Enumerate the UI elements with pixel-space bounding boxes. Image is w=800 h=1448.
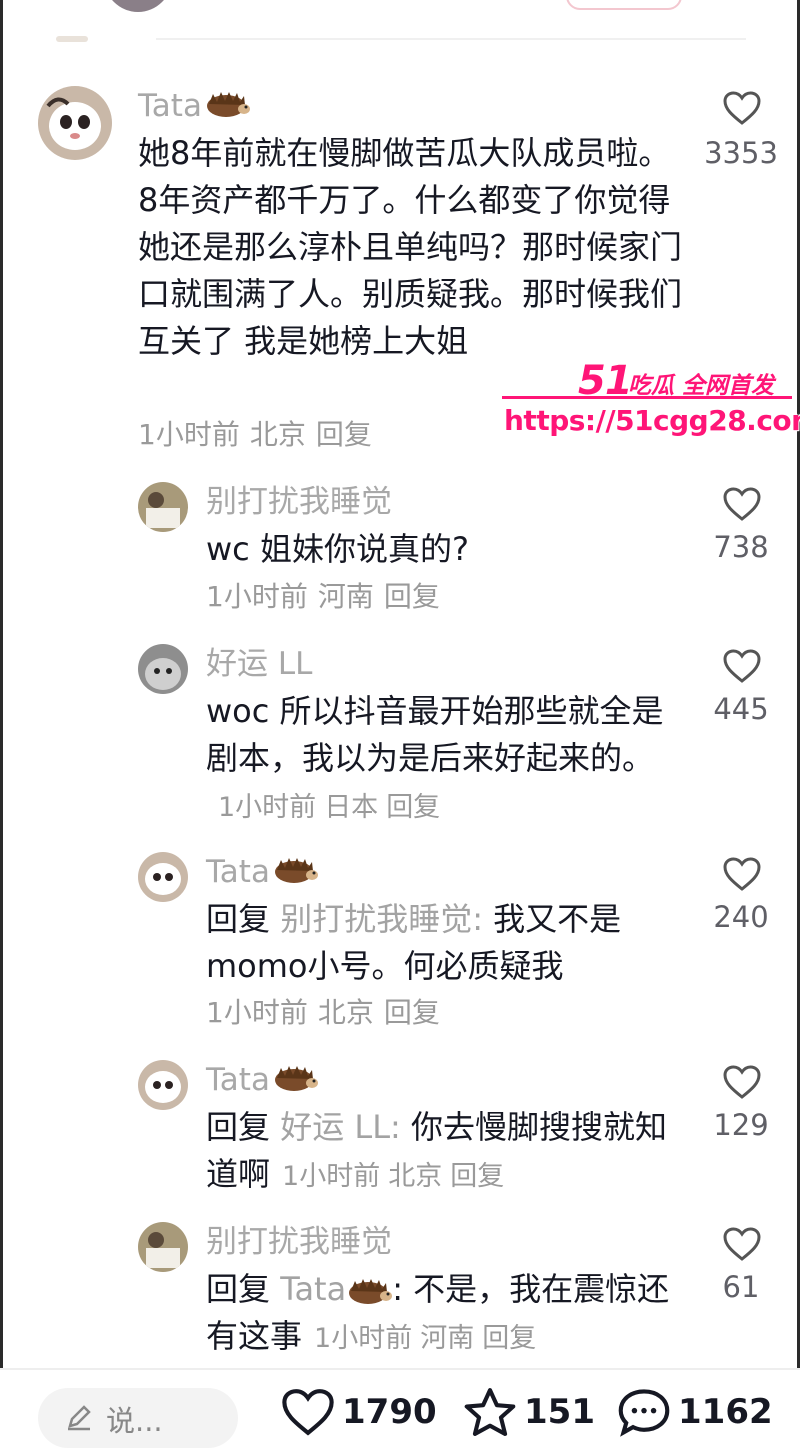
mention[interactable]: 别打扰我睡觉: bbox=[280, 900, 483, 938]
comment-author[interactable]: Tata bbox=[138, 88, 250, 126]
comment-meta: 1小时前 北京 回复 bbox=[138, 418, 382, 452]
reply-button[interactable]: 回复 bbox=[482, 1323, 536, 1354]
comment-text: 回复 好运 LL: 你去慢脚搜搜就知道啊 1小时前 北京 回复 bbox=[206, 1108, 667, 1193]
frame-border-left bbox=[0, 0, 3, 1442]
heart-icon[interactable] bbox=[722, 1226, 762, 1262]
previous-comment-fragment bbox=[56, 36, 88, 42]
like-count: 61 bbox=[722, 1270, 760, 1304]
avatar[interactable] bbox=[138, 1222, 188, 1272]
pencil-icon bbox=[68, 1405, 91, 1431]
comment-location: 日本 bbox=[324, 792, 379, 823]
comment-input-placeholder: 说... bbox=[106, 1404, 163, 1438]
comment-text: 她8年前就在慢脚做苦瓜大队成员啦。8年资产都千万了。什么都变了你觉得她还是那么淳… bbox=[138, 134, 683, 360]
comment-author[interactable]: Tata bbox=[206, 1062, 318, 1100]
comment-author[interactable]: 好运 LL bbox=[206, 646, 312, 682]
comment-time: 1小时前 bbox=[218, 792, 317, 823]
heart-icon[interactable] bbox=[722, 486, 762, 522]
comment-author[interactable]: Tata bbox=[206, 854, 318, 892]
comment-bubble-icon bbox=[618, 1389, 670, 1437]
comment-location: 北京 bbox=[317, 996, 374, 1029]
star-icon bbox=[464, 1388, 516, 1436]
avatar[interactable] bbox=[138, 1060, 188, 1110]
comment-meta: 1小时前 北京 回复 bbox=[282, 1161, 512, 1192]
comment-meta: 1小时前 日本 回复 bbox=[218, 792, 448, 823]
comment-time: 1小时前 bbox=[314, 1323, 413, 1354]
comment-author[interactable]: 别打扰我睡觉 bbox=[206, 484, 392, 520]
like-count: 129 bbox=[713, 1108, 769, 1142]
avatar[interactable] bbox=[138, 482, 188, 532]
comment-location: 北京 bbox=[249, 418, 306, 451]
heart-icon[interactable] bbox=[722, 856, 762, 892]
heart-icon[interactable] bbox=[722, 648, 762, 684]
watermark-url: https://51cgg28.com bbox=[504, 404, 800, 437]
comment-location: 河南 bbox=[317, 580, 374, 613]
reply-button[interactable]: 回复 bbox=[384, 996, 440, 1029]
heart-icon[interactable] bbox=[722, 1064, 762, 1100]
hedgehog-icon bbox=[272, 856, 318, 892]
comment-button[interactable]: 1162 bbox=[616, 1382, 773, 1442]
comment-text: wc 姐妹你说真的? bbox=[206, 530, 469, 568]
hedgehog-icon bbox=[204, 90, 250, 126]
comment-text: 回复 Tata: 不是，我在震惊还有这事 1小时前 河南 回复 bbox=[206, 1270, 670, 1355]
total-likes: 1790 bbox=[342, 1392, 437, 1432]
comment-author[interactable]: 别打扰我睡觉 bbox=[206, 1224, 392, 1260]
watermark: 51 吃瓜 全网首发 https://51cgg28.com bbox=[500, 358, 800, 442]
mention[interactable]: 好运 LL: bbox=[280, 1108, 401, 1146]
reply-button[interactable]: 回复 bbox=[384, 580, 440, 613]
heart-icon bbox=[282, 1389, 334, 1436]
comment-location: 北京 bbox=[388, 1161, 443, 1192]
hedgehog-icon bbox=[272, 1064, 318, 1100]
comment-time: 1小时前 bbox=[138, 418, 240, 451]
previous-comment-pill[interactable] bbox=[566, 0, 682, 10]
mention[interactable]: Tata bbox=[280, 1270, 393, 1308]
comment-location: 河南 bbox=[420, 1323, 475, 1354]
reply-button[interactable]: 回复 bbox=[316, 418, 372, 451]
comment-time: 1小时前 bbox=[206, 580, 308, 613]
hedgehog-icon bbox=[346, 1270, 393, 1308]
total-favorites: 151 bbox=[524, 1392, 595, 1432]
reply-button[interactable]: 回复 bbox=[386, 792, 440, 823]
reply-button[interactable]: 回复 bbox=[450, 1161, 504, 1192]
comment-text: 回复 别打扰我睡觉: 我又不是momo小号。何必质疑我 bbox=[206, 900, 622, 985]
watermark-line bbox=[502, 396, 792, 399]
comment-time: 1小时前 bbox=[206, 996, 308, 1029]
like-count: 738 bbox=[713, 530, 769, 564]
comment-meta: 1小时前 河南 回复 bbox=[314, 1323, 544, 1354]
watermark-tag: 吃瓜 全网首发 bbox=[628, 373, 775, 399]
comment-meta: 1小时前 北京 回复 bbox=[206, 996, 450, 1030]
bottom-action-bar: 说... 1790 151 1162 bbox=[0, 1368, 800, 1448]
avatar[interactable] bbox=[38, 86, 112, 160]
divider bbox=[156, 38, 746, 40]
like-button[interactable]: 1790 bbox=[280, 1382, 437, 1442]
comment-input[interactable]: 说... bbox=[38, 1388, 238, 1448]
like-count: 445 bbox=[713, 692, 769, 726]
avatar[interactable] bbox=[138, 852, 188, 902]
like-count: 240 bbox=[713, 900, 769, 934]
total-comments: 1162 bbox=[678, 1392, 773, 1432]
like-count: 3353 bbox=[704, 136, 778, 170]
comment-meta: 1小时前 河南 回复 bbox=[206, 580, 450, 614]
comment-time: 1小时前 bbox=[282, 1161, 381, 1192]
comment-text: woc 所以抖音最开始那些就全是剧本，我以为是后来好起来的。1小时前 日本 回复 bbox=[206, 692, 664, 823]
previous-comment-avatar[interactable] bbox=[104, 0, 172, 12]
avatar[interactable] bbox=[138, 644, 188, 694]
favorite-button[interactable]: 151 bbox=[462, 1382, 595, 1442]
heart-icon[interactable] bbox=[722, 90, 762, 126]
